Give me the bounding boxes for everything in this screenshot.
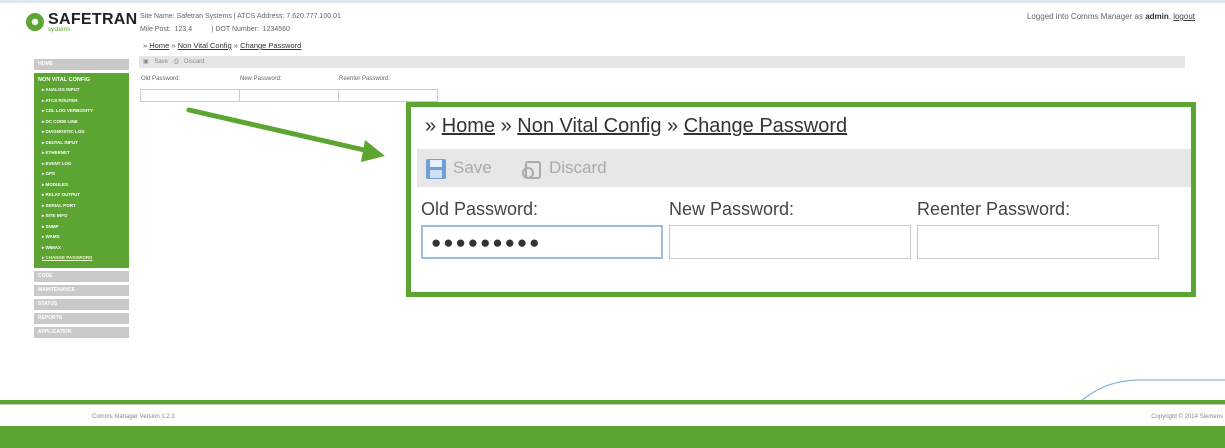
sidebar-section-non-vital-config: NON VITAL CONFIG ▸ ANALOG INPUT ▸ ATCS R… — [34, 73, 129, 268]
breadcrumb-separator: » — [143, 41, 148, 50]
login-status: Logged into Comms Manager as admin, logo… — [1026, 12, 1195, 21]
sidebar-item-digital-input[interactable]: ▸ DIGITAL INPUT — [38, 138, 125, 149]
breadcrumb-separator: » — [425, 115, 437, 137]
discard-button-small[interactable]: ⎙ Discard — [174, 59, 205, 65]
sidebar-item-diagnostic-log[interactable]: ▸ DIAGNOSTIC LOG — [38, 127, 125, 138]
site-info: Site Name: Safetran Systems | ATCS Addre… — [140, 12, 341, 34]
breadcrumb-zoom: » Home » Non Vital Config » Change Passw… — [425, 115, 847, 138]
new-password-input[interactable] — [669, 225, 911, 259]
toolbar: ▣ Save ⎙ Discard — [139, 56, 1185, 68]
logo-subtitle: systems — [48, 27, 71, 33]
sidebar-item-status[interactable]: STATUS — [34, 298, 129, 310]
breadcrumb-separator: » — [500, 115, 512, 137]
discard-icon — [522, 160, 541, 179]
logo-mark-icon: ◉ — [26, 13, 44, 31]
login-prefix: Logged into Comms Manager as — [1026, 12, 1143, 21]
bottom-bar — [0, 426, 1225, 448]
sidebar: HOME NON VITAL CONFIG ▸ ANALOG INPUT ▸ A… — [34, 59, 129, 341]
version-text: Comms Manager Version 1.2.3 — [92, 414, 175, 420]
sidebar-item-gps[interactable]: ▸ GPS — [38, 169, 125, 180]
site-name-line: Site Name: Safetran Systems | ATCS Addre… — [140, 13, 341, 20]
save-label: Save — [453, 158, 492, 177]
breadcrumb-page-link[interactable]: Change Password — [240, 41, 301, 50]
old-password-input[interactable]: ●●●●●●●●● — [421, 225, 663, 259]
discard-label: Discard — [549, 158, 607, 177]
sidebar-item-change-password[interactable]: ▸ CHANGE PASSWORD — [38, 253, 125, 264]
reenter-password-input[interactable] — [917, 225, 1159, 259]
discard-button[interactable]: Discard — [521, 155, 607, 181]
new-password-label-small: New Password: — [240, 76, 282, 82]
logout-link[interactable]: logout — [1173, 12, 1195, 21]
new-password-label: New Password: — [669, 199, 795, 219]
reenter-password-input-small[interactable] — [338, 89, 438, 102]
save-button[interactable]: Save — [425, 155, 492, 181]
reenter-password-label-small: Reenter Password: — [339, 76, 391, 82]
breadcrumb-separator: » — [171, 41, 176, 50]
safetran-logo: ◉ SAFETRAN systems — [26, 11, 137, 35]
zoom-callout: » Home » Non Vital Config » Change Passw… — [406, 102, 1196, 297]
sidebar-section-title[interactable]: NON VITAL CONFIG — [38, 75, 125, 85]
top-border — [0, 0, 1225, 3]
save-button-small[interactable]: ▣ Save — [143, 59, 168, 65]
sidebar-item-relay-output[interactable]: ▸ RELAY OUTPUT — [38, 190, 125, 201]
sidebar-item-wams[interactable]: ▸ WAMS — [38, 232, 125, 243]
toolbar-zoom: Save Discard — [417, 149, 1191, 187]
sidebar-item-wimax[interactable]: ▸ WIMAX — [38, 243, 125, 254]
footer: Comms Manager Version 1.2.3 Copyright © … — [0, 404, 1225, 427]
sidebar-item-modules[interactable]: ▸ MODULES — [38, 180, 125, 191]
sidebar-item-serial-port[interactable]: ▸ SERIAL PORT — [38, 201, 125, 212]
sidebar-item-snmp[interactable]: ▸ SNMP — [38, 222, 125, 233]
breadcrumb-home-link[interactable]: Home — [442, 115, 495, 137]
sidebar-item-dc-code-line[interactable]: ▸ DC CODE LINE — [38, 117, 125, 128]
breadcrumb-home-link[interactable]: Home — [149, 41, 169, 50]
mile-post-line: Mile Post: 123.4 | DOT Number: 1234560 — [140, 26, 290, 33]
sidebar-item-code[interactable]: CODE — [34, 270, 129, 282]
floppy-disk-icon — [426, 158, 446, 179]
old-password-label: Old Password: — [421, 199, 539, 219]
sidebar-item-reports[interactable]: REPORTS — [34, 312, 129, 324]
copyright-text: Copyright © 2014 Siemens — [1151, 414, 1223, 420]
breadcrumb: » Home » Non Vital Config » Change Passw… — [143, 41, 301, 50]
breadcrumb-separator: » — [233, 41, 238, 50]
sidebar-item-site-info[interactable]: ▸ SITE INFO — [38, 211, 125, 222]
old-password-input-small[interactable] — [140, 89, 240, 102]
breadcrumb-page-link[interactable]: Change Password — [684, 115, 847, 137]
breadcrumb-separator: » — [667, 115, 679, 137]
callout-arrow-icon — [186, 107, 385, 162]
sidebar-item-cdl-log[interactable]: ▸ CDL LOG VERBOSITY — [38, 106, 125, 117]
username: admin — [1145, 12, 1169, 21]
old-password-label-small: Old Password: — [141, 76, 181, 82]
breadcrumb-section-link[interactable]: Non Vital Config — [178, 41, 232, 50]
sidebar-item-home[interactable]: HOME — [34, 59, 129, 70]
reenter-password-label: Reenter Password: — [917, 199, 1071, 219]
sidebar-item-maintenance[interactable]: MAINTENANCE — [34, 284, 129, 296]
sidebar-item-event-log[interactable]: ▸ EVENT LOG — [38, 159, 125, 170]
new-password-input-small[interactable] — [239, 89, 339, 102]
sidebar-item-atcs-router[interactable]: ▸ ATCS ROUTER — [38, 96, 125, 107]
sidebar-item-ethernet[interactable]: ▸ ETHERNET — [38, 148, 125, 159]
sidebar-item-analog-input[interactable]: ▸ ANALOG INPUT — [38, 85, 125, 96]
sidebar-item-application[interactable]: APPLICATION — [34, 326, 129, 338]
breadcrumb-section-link[interactable]: Non Vital Config — [517, 115, 661, 137]
